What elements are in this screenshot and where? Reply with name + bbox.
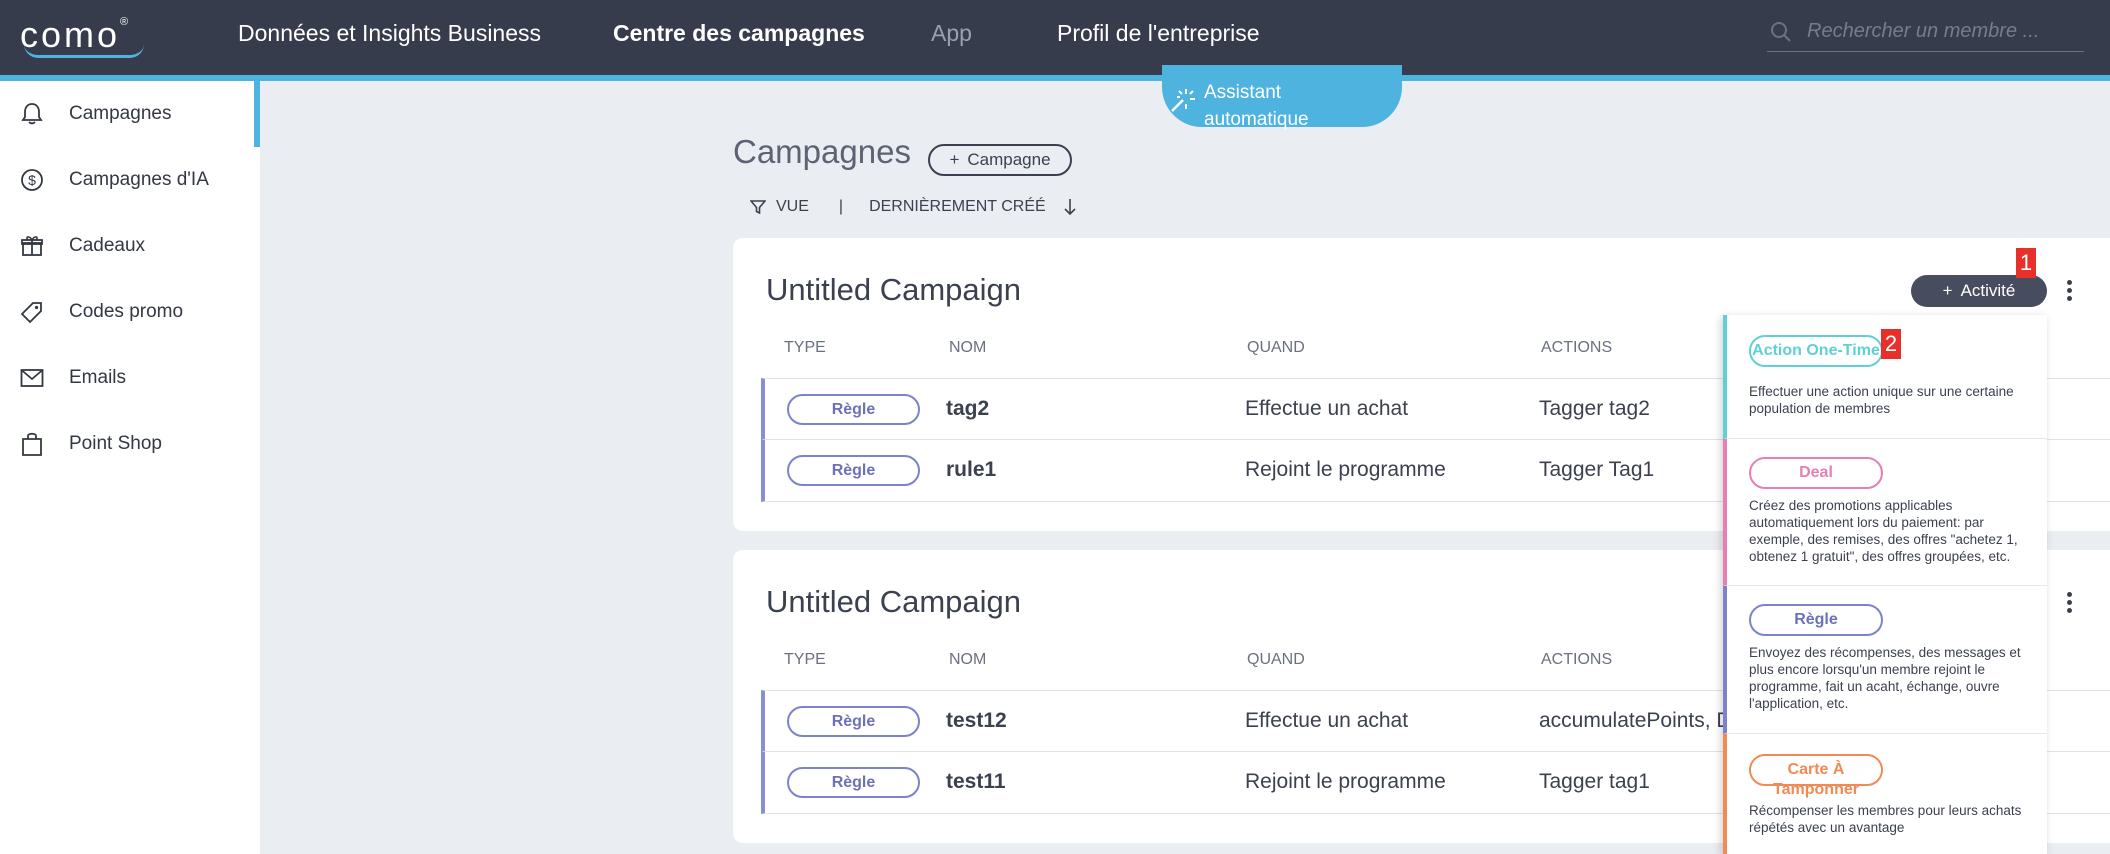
rule-when: Effectue un achat [1245,397,1409,420]
column-header-type: TYPE [784,651,826,668]
column-header-name: NOM [949,339,987,356]
shopping-bag-icon [19,431,45,457]
logo-swoosh [24,44,144,58]
activity-type-menu: Action One-Time Effectuer une action uni… [1723,315,2047,854]
type-badge: Règle [787,455,920,486]
sidebar-item-label: Campagnes [69,103,172,124]
menu-item-stamp-card[interactable]: Carte À Tamponner Récompenser les membre… [1723,734,2047,854]
plus-icon: + [949,150,960,169]
menu-description: Effectuer une action unique sur une cert… [1749,384,2014,416]
more-options-icon[interactable] [2064,592,2074,618]
sidebar-item-label: Codes promo [69,301,184,322]
page-title: Campagnes [733,133,911,170]
search-icon [1771,22,1791,42]
sidebar-item-label: Emails [69,367,127,388]
como-logo[interactable]: como® [20,14,144,58]
rule-actions: accumulatePoints, D [1539,709,1732,732]
add-campaign-label: Campagne [967,150,1051,169]
sidebar-item-emails[interactable]: Emails [0,345,260,411]
sidebar-item-label: Campagnes d'IA [69,169,209,190]
tag-icon [19,299,45,325]
add-campaign-button[interactable]: + Campagne [928,144,1072,176]
top-bar: como® Données et Insights Business Centr… [0,0,2110,81]
menu-description: Créez des promotions applicables automat… [1749,498,2018,564]
annotation-marker-1: 1 [2016,248,2036,278]
member-search [1767,14,2084,52]
view-filter[interactable]: VUE [776,198,809,216]
activity-label: Activité [1960,281,2016,300]
sidebar-item-point-shop[interactable]: Point Shop [0,411,260,477]
sidebar-item-label: Point Shop [69,433,162,454]
menu-item-rule[interactable]: Règle Envoyez des récompenses, des messa… [1723,586,2047,734]
menu-pill: Action One-Time [1749,335,1883,367]
rule-actions: Tagger tag2 [1539,397,1650,420]
rule-when: Rejoint le programme [1245,770,1446,793]
sidebar: Campagnes $ Campagnes d'IA Cadeaux Codes… [0,81,260,854]
rule-when: Effectue un achat [1245,709,1409,732]
plus-icon: + [1942,281,1953,300]
column-header-when: QUAND [1247,339,1305,356]
rule-name: test11 [946,770,1006,793]
menu-description: Envoyez des récompenses, des messages et… [1749,645,2021,711]
rule-name: test12 [946,709,1007,732]
rule-name: tag2 [946,397,990,420]
auto-assistant-button[interactable]: Assistant automatique [1162,65,1402,130]
column-header-actions: ACTIONS [1541,651,1613,668]
envelope-icon [19,365,45,391]
campaign-title[interactable]: Untitled Campaign [766,272,1021,308]
type-badge: Règle [787,394,920,425]
rule-actions: Tagger tag1 [1539,770,1650,793]
nav-business-insights[interactable]: Données et Insights Business [238,20,541,47]
column-header-when: QUAND [1247,651,1305,668]
campaign-title[interactable]: Untitled Campaign [766,584,1021,620]
sidebar-item-promo-codes[interactable]: Codes promo [0,279,260,345]
sidebar-item-gifts[interactable]: Cadeaux [0,213,260,279]
sidebar-item-campaigns[interactable]: Campagnes [0,81,260,147]
magic-wand-icon [1171,89,1195,112]
column-header-type: TYPE [784,339,826,356]
nav-app[interactable]: App [931,20,972,47]
assistant-label: Assistant automatique [1204,82,1309,130]
menu-item-deal[interactable]: Deal Créez des promotions applicables au… [1723,439,2047,586]
separator: | [838,198,844,215]
filter-sort-bar: VUE | DERNIÈREMENT CRÉÉ [750,195,1078,219]
menu-pill: Règle [1749,604,1883,636]
gift-icon [19,233,45,259]
rule-name: rule1 [946,458,997,481]
menu-pill: Deal [1749,457,1883,489]
svg-text:$: $ [28,172,36,188]
sidebar-item-ai-campaigns[interactable]: $ Campagnes d'IA [0,147,260,213]
column-header-actions: ACTIONS [1541,339,1613,356]
menu-description: Récompenser les membres pour leurs achat… [1749,803,2022,835]
sort-option[interactable]: DERNIÈREMENT CRÉÉ [869,198,1046,216]
sidebar-item-label: Cadeaux [69,235,146,256]
type-badge: Règle [787,706,920,737]
search-input[interactable] [1807,18,2077,44]
menu-pill: Carte À Tamponner [1749,754,1883,798]
more-options-icon[interactable] [2064,280,2074,306]
logo-registered-mark: ® [120,16,132,28]
annotation-marker-2: 2 [1881,329,1901,359]
dollar-circle-icon: $ [19,167,45,193]
column-header-name: NOM [949,651,987,668]
rule-actions: Tagger Tag1 [1539,458,1655,481]
add-activity-button[interactable]: + Activité [1911,275,2047,307]
arrow-down-icon[interactable] [1062,198,1078,216]
filter-icon[interactable] [750,199,766,215]
bell-icon [19,101,45,127]
rule-when: Rejoint le programme [1245,458,1446,481]
type-badge: Règle [787,767,920,798]
nav-campaign-center[interactable]: Centre des campagnes [613,20,865,47]
nav-business-profile[interactable]: Profil de l'entreprise [1057,20,1260,47]
